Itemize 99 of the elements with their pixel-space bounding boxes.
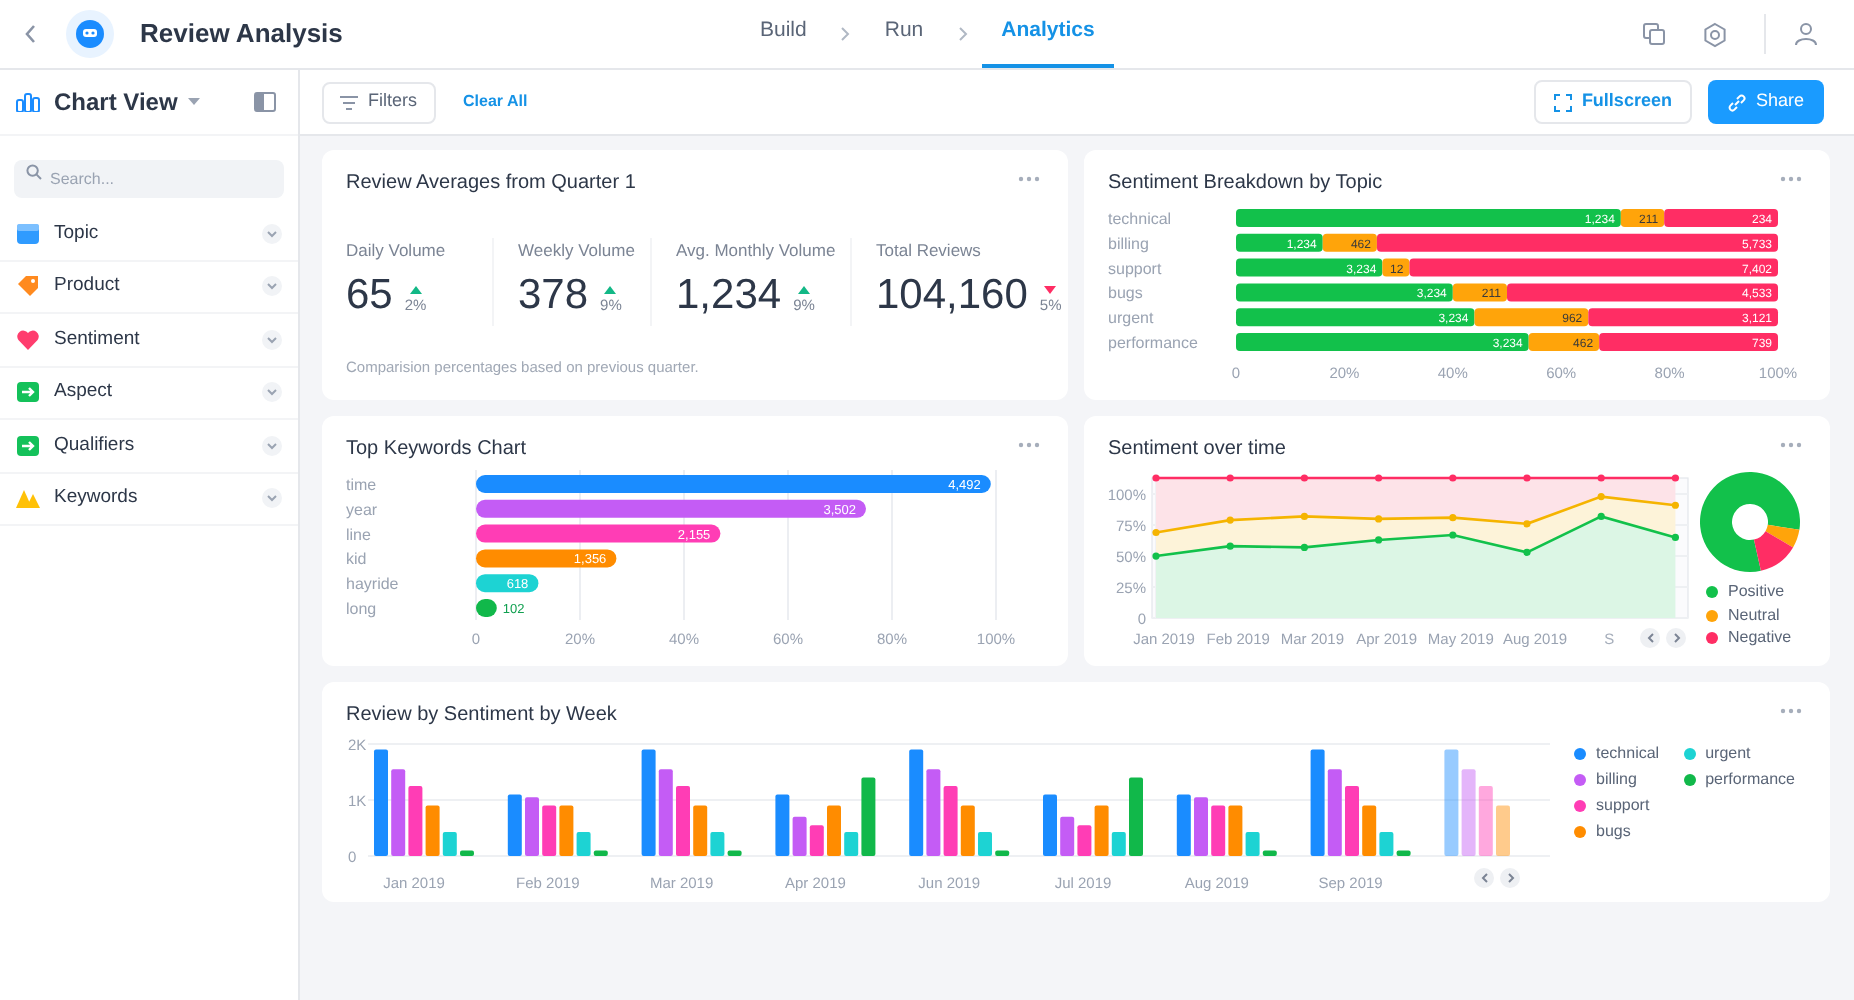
sidebar-item[interactable]: Keywords	[0, 473, 298, 526]
legend-label: technical	[1596, 741, 1660, 765]
category-label: hayride	[346, 575, 399, 594]
metric-label: Avg. Monthly Volume	[676, 238, 838, 264]
link-icon	[1727, 93, 1746, 111]
chevron-right-icon[interactable]	[1666, 628, 1686, 648]
filters-button[interactable]: Filters	[322, 81, 435, 123]
caret-icon[interactable]	[187, 98, 200, 106]
sidebar-item[interactable]: Qualifiers	[0, 420, 298, 473]
metric-value: 378	[518, 269, 589, 322]
point	[1375, 515, 1383, 523]
point	[1300, 512, 1308, 521]
metric-value: 104,160	[876, 269, 1028, 322]
more-icon[interactable]	[1780, 176, 1802, 182]
legend-label: bugs	[1596, 819, 1631, 843]
sidebar-item[interactable]: Product	[0, 261, 298, 314]
point	[1523, 520, 1531, 528]
point	[1597, 474, 1605, 482]
settings-icon[interactable]	[1702, 21, 1728, 47]
category-label: billing	[1108, 234, 1149, 253]
chevron-down-icon	[262, 382, 282, 403]
point	[1671, 501, 1679, 509]
point	[1597, 492, 1605, 501]
point	[1300, 543, 1308, 551]
category-label: bugs	[1108, 284, 1143, 303]
point	[1152, 552, 1160, 560]
chevron-right-icon	[840, 26, 851, 42]
chevron-left-icon[interactable]	[1474, 868, 1494, 888]
more-icon[interactable]	[1018, 442, 1040, 448]
panel-toggle-icon[interactable]	[254, 92, 276, 112]
search-icon	[26, 163, 42, 179]
chevron-right-icon	[957, 26, 968, 42]
legend-label: Negative	[1728, 626, 1792, 651]
sidebar-item[interactable]: Topic	[0, 208, 298, 261]
metric-value: 1,234	[676, 269, 782, 322]
more-icon[interactable]	[1780, 442, 1802, 448]
point	[1449, 531, 1457, 539]
point	[1523, 474, 1531, 482]
card-title: Top Keywords Chart	[346, 436, 527, 464]
more-icon[interactable]	[1018, 176, 1040, 182]
point	[1226, 516, 1234, 524]
bar-chart-icon	[16, 92, 40, 112]
category-label: kid	[346, 550, 367, 569]
app-title: Review Analysis	[140, 16, 345, 53]
point	[1597, 512, 1605, 521]
point	[1671, 533, 1679, 542]
chevron-down-icon	[262, 435, 282, 456]
point	[1523, 548, 1531, 556]
chevron-right-icon[interactable]	[1500, 868, 1520, 888]
metric-label: Weekly Volume	[518, 238, 637, 264]
point	[1449, 514, 1457, 522]
breadcrumb-tab[interactable]: Run	[864, 0, 944, 68]
point	[1375, 536, 1383, 544]
point	[1152, 528, 1160, 537]
expand-icon	[1553, 93, 1572, 111]
category-label: long	[346, 600, 377, 618]
category-label: performance	[1108, 334, 1198, 352]
chevron-left-icon[interactable]	[1640, 628, 1660, 648]
point	[1449, 474, 1457, 482]
point	[1300, 474, 1308, 482]
metric-label: Total Reviews	[876, 238, 983, 264]
category-label: technical	[1108, 210, 1172, 228]
breadcrumb-tab[interactable]: Build	[740, 0, 827, 68]
legend-label: Neutral	[1728, 603, 1780, 628]
card-title: Review Averages from Quarter 1	[346, 170, 636, 198]
sidebar-item[interactable]: Sentiment	[0, 314, 298, 367]
point	[1226, 474, 1234, 482]
legend-label: billing	[1596, 767, 1637, 791]
metric-label: Daily Volume	[346, 238, 448, 264]
chevron-down-icon	[262, 223, 282, 244]
card-title: Sentiment Breakdown by Topic	[1108, 170, 1383, 198]
metric-value: 65	[346, 269, 393, 322]
card-title: Review by Sentiment by Week	[346, 702, 617, 730]
category-label: support	[1108, 259, 1162, 278]
legend-label: support	[1596, 793, 1650, 817]
chevron-down-icon	[262, 488, 282, 509]
sidebar-item[interactable]: Aspect	[0, 367, 298, 420]
user-icon[interactable]	[1794, 22, 1818, 46]
robot-logo-icon	[66, 10, 114, 58]
copy-icon[interactable]	[1642, 22, 1666, 46]
point	[1226, 542, 1234, 550]
more-icon[interactable]	[1780, 708, 1802, 714]
point	[1152, 474, 1160, 482]
point	[1375, 474, 1383, 482]
legend-label: Positive	[1728, 580, 1785, 605]
chevron-down-icon	[262, 276, 282, 297]
category-label: urgent	[1108, 309, 1154, 328]
category-label: year	[346, 500, 378, 519]
search-field[interactable]: Search...	[14, 160, 284, 198]
card-title: Sentiment over time	[1108, 436, 1286, 464]
category-label: line	[346, 525, 371, 544]
legend-label: performance	[1705, 767, 1795, 791]
point	[1671, 474, 1679, 482]
filter-icon	[340, 95, 358, 109]
legend-label: urgent	[1705, 741, 1751, 765]
chevron-down-icon	[262, 329, 282, 350]
category-label: time	[346, 476, 377, 494]
chart-view-title[interactable]: Chart View	[54, 84, 178, 120]
back-icon[interactable]	[24, 24, 38, 44]
